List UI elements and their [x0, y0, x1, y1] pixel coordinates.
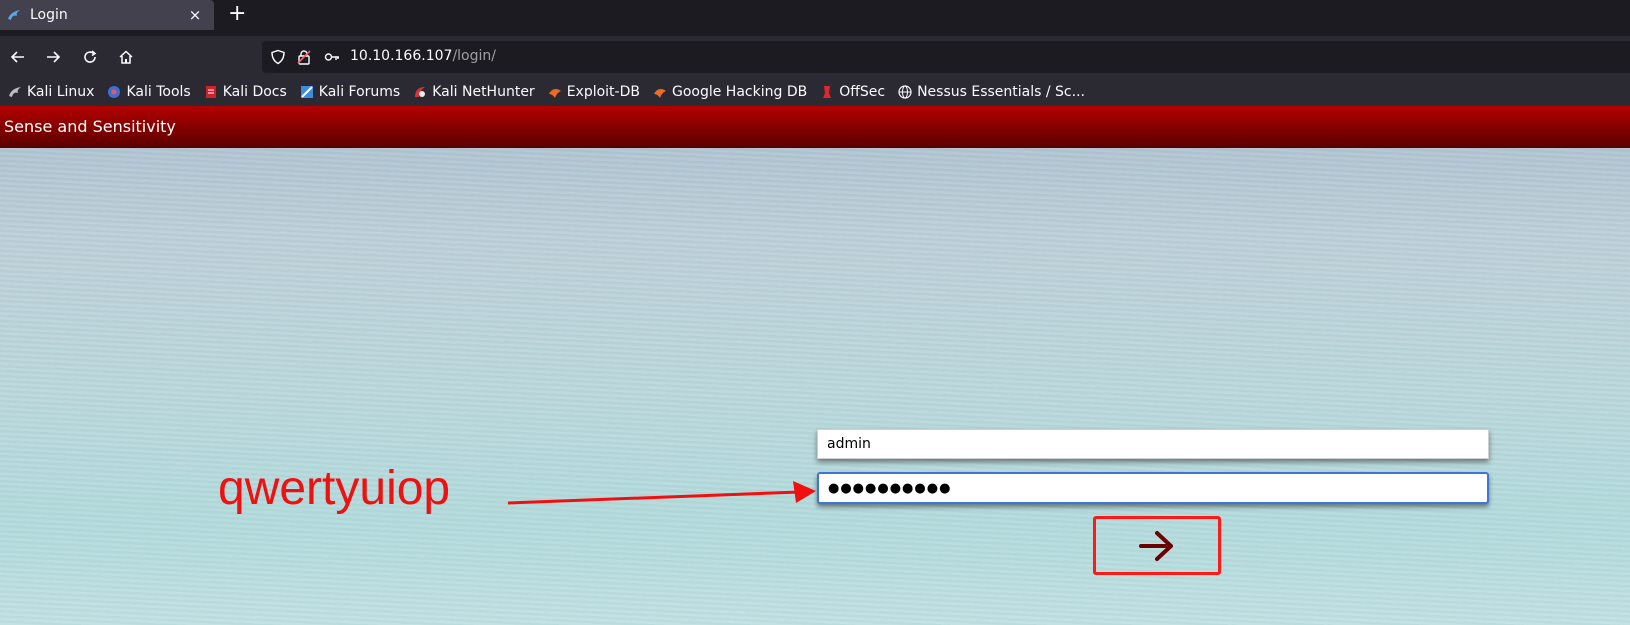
home-icon[interactable]: [112, 43, 140, 71]
bookmark-label: Exploit-DB: [566, 84, 640, 100]
tab-login[interactable]: Login ×: [0, 0, 214, 30]
exploit-db-icon: [548, 85, 562, 99]
bookmark-kali-forums[interactable]: Kali Forums: [300, 84, 400, 100]
bookmark-offsec[interactable]: OffSec: [820, 84, 885, 100]
kali-forums-icon: [300, 85, 314, 99]
bookmark-label: OffSec: [839, 84, 886, 100]
bookmark-label: Kali Linux: [27, 84, 95, 100]
bookmark-kali-docs[interactable]: Kali Docs: [204, 84, 287, 100]
bookmark-label: Kali Tools: [126, 84, 191, 100]
key-icon[interactable]: [324, 49, 340, 65]
forward-icon[interactable]: [39, 43, 67, 71]
kali-docs-icon: [204, 85, 218, 99]
address-bar[interactable]: 10.10.166.107/login/: [262, 41, 1630, 73]
bookmark-label: Kali Forums: [318, 84, 401, 100]
url-text[interactable]: 10.10.166.107/login/: [350, 48, 496, 64]
bookmark-kali-nethunter[interactable]: Kali NetHunter: [413, 84, 535, 100]
kali-dragon-icon: [8, 85, 22, 99]
bookmark-label: Kali NetHunter: [432, 84, 535, 100]
offsec-icon: [820, 85, 834, 99]
insecure-lock-icon[interactable]: [296, 49, 312, 65]
bookmarks-toolbar: Kali Linux Kali Tools Kali Docs Kali For…: [0, 78, 1630, 106]
tab-title: Login: [30, 7, 68, 23]
bookmark-label: Kali Docs: [222, 84, 287, 100]
kali-dragon-icon: [6, 7, 22, 23]
bookmark-label: Nessus Essentials / Sc...: [917, 84, 1085, 100]
shield-icon[interactable]: [270, 49, 286, 65]
navigation-toolbar: 10.10.166.107/login/: [0, 36, 1630, 78]
bookmark-kali-linux[interactable]: Kali Linux: [8, 84, 94, 100]
url-path: /login/: [452, 48, 496, 64]
globe-icon: [898, 85, 912, 99]
new-tab-button[interactable]: +: [228, 2, 246, 26]
bookmark-kali-tools[interactable]: Kali Tools: [107, 84, 191, 100]
bookmark-exploit-db[interactable]: Exploit-DB: [548, 84, 640, 100]
back-icon[interactable]: [4, 43, 32, 71]
bookmark-nessus[interactable]: Nessus Essentials / Sc...: [898, 84, 1085, 100]
nethunter-icon: [413, 85, 427, 99]
bookmark-label: Google Hacking DB: [671, 84, 808, 100]
reload-icon[interactable]: [76, 43, 104, 71]
kali-tools-icon: [107, 85, 121, 99]
ghdb-icon: [653, 85, 667, 99]
page-content: Sense and Sensitivity admin ●●●●●●●●●● q…: [0, 106, 1630, 625]
url-host: 10.10.166.107: [350, 48, 453, 64]
annotation-arrow: [507, 481, 816, 505]
bookmark-google-hacking-db[interactable]: Google Hacking DB: [653, 84, 807, 100]
tab-strip: Login × +: [0, 0, 1630, 30]
close-icon[interactable]: ×: [184, 6, 206, 24]
